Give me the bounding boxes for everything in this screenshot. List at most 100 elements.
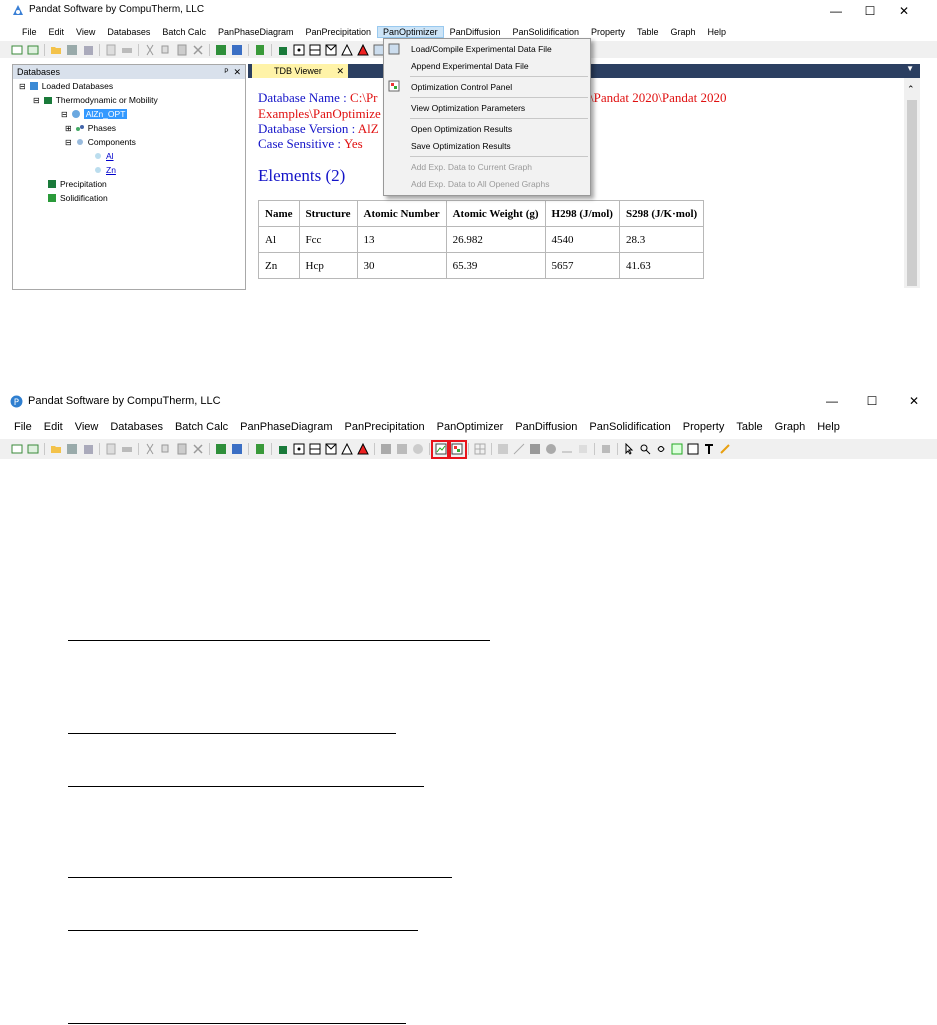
- download-icon[interactable]: [253, 43, 267, 56]
- tree-node-precipitation[interactable]: Precipitation: [47, 179, 107, 189]
- menu-panphasediagram[interactable]: PanPhaseDiagram: [234, 420, 338, 434]
- save-icon[interactable]: [65, 443, 79, 456]
- section-calc-icon[interactable]: [324, 43, 338, 56]
- open-folder-icon[interactable]: [49, 443, 63, 456]
- load-exp-data-icon[interactable]: [431, 439, 451, 459]
- menu-item-load-compile[interactable]: Load/Compile Experimental Data File: [411, 44, 552, 54]
- menu-databases[interactable]: Databases: [101, 26, 156, 38]
- paste-icon[interactable]: [175, 43, 189, 56]
- new-window-icon[interactable]: [26, 43, 40, 56]
- delete-icon[interactable]: [191, 443, 205, 456]
- menu-help[interactable]: Help: [811, 420, 846, 434]
- pencil-icon[interactable]: [718, 443, 732, 456]
- database-info-icon[interactable]: [230, 43, 244, 56]
- tab-tdb-viewer[interactable]: TDB Viewer ✕: [252, 64, 348, 78]
- print-icon[interactable]: [120, 43, 134, 56]
- diffusion-icon[interactable]: [496, 443, 510, 456]
- menu-graph[interactable]: Graph: [769, 420, 812, 434]
- copy-icon[interactable]: [159, 443, 173, 456]
- save-all-icon[interactable]: [81, 443, 95, 456]
- cut-icon[interactable]: [143, 443, 157, 456]
- point-calc-icon[interactable]: [292, 443, 306, 456]
- menu-panphasediagram[interactable]: PanPhaseDiagram: [212, 26, 300, 38]
- menu-item-view-params[interactable]: View Optimization Parameters: [411, 103, 525, 113]
- triangle-calc-icon[interactable]: [340, 443, 354, 456]
- menu-panprecipitation[interactable]: PanPrecipitation: [339, 420, 431, 434]
- menu-edit[interactable]: Edit: [38, 420, 69, 434]
- menu-item-append[interactable]: Append Experimental Data File: [411, 61, 529, 71]
- pan-hand-icon[interactable]: [654, 443, 668, 456]
- solid-icon[interactable]: [528, 443, 542, 456]
- tree-node-alzn-opt[interactable]: ⊟ AlZn_OPT: [61, 109, 128, 119]
- diffusion-plot-icon[interactable]: [512, 443, 526, 456]
- menu-view[interactable]: View: [70, 26, 101, 38]
- table-calc-icon[interactable]: [576, 443, 590, 456]
- menu-batch-calc[interactable]: Batch Calc: [156, 26, 212, 38]
- menu-panoptimizer[interactable]: PanOptimizer: [431, 420, 510, 434]
- new-icon[interactable]: [10, 443, 24, 456]
- close-button[interactable]: ✕: [894, 2, 914, 20]
- load-database-icon[interactable]: [214, 443, 228, 456]
- pin-icon[interactable]: ᴾ: [225, 67, 229, 77]
- red-triangle-icon[interactable]: [356, 43, 370, 56]
- delete-icon[interactable]: [191, 43, 205, 56]
- zoom-icon[interactable]: [638, 443, 652, 456]
- line-calc-icon[interactable]: [308, 443, 322, 456]
- tab-close-icon[interactable]: ✕: [336, 64, 344, 78]
- precip-calc-icon[interactable]: [379, 443, 393, 456]
- paste-icon[interactable]: [175, 443, 189, 456]
- minimize-button[interactable]: —: [822, 392, 842, 410]
- red-triangle-icon[interactable]: [356, 443, 370, 456]
- scroll-up-icon[interactable]: ⌃: [907, 84, 915, 95]
- menu-pansolidification[interactable]: PanSolidification: [506, 26, 585, 38]
- menu-help[interactable]: Help: [702, 26, 733, 38]
- label-l-icon[interactable]: [670, 443, 684, 456]
- section-calc-icon[interactable]: [324, 443, 338, 456]
- point-calc-icon[interactable]: [292, 43, 306, 56]
- minimize-button[interactable]: —: [826, 2, 846, 20]
- database-info-icon[interactable]: [230, 443, 244, 456]
- select-pointer-icon[interactable]: [622, 443, 636, 456]
- text-tool-icon[interactable]: [702, 443, 716, 456]
- copy-icon[interactable]: [159, 43, 173, 56]
- solid-plot-icon[interactable]: [544, 443, 558, 456]
- panel-pin-close[interactable]: ᴾ ✕: [225, 65, 241, 79]
- tree-node-zn[interactable]: Zn: [93, 165, 116, 175]
- download-icon[interactable]: [253, 443, 267, 456]
- thermo-calc-icon[interactable]: [276, 443, 290, 456]
- menu-table[interactable]: Table: [631, 26, 665, 38]
- precip-result-icon[interactable]: [411, 443, 425, 456]
- print-preview-icon[interactable]: [104, 43, 118, 56]
- cut-icon[interactable]: [143, 43, 157, 56]
- legend-icon[interactable]: [686, 443, 700, 456]
- menu-panprecipitation[interactable]: PanPrecipitation: [300, 26, 378, 38]
- menu-batch-calc[interactable]: Batch Calc: [169, 420, 234, 434]
- menu-item-save-results[interactable]: Save Optimization Results: [411, 141, 511, 151]
- grid-icon[interactable]: [473, 443, 487, 456]
- print-icon[interactable]: [120, 443, 134, 456]
- triangle-calc-icon[interactable]: [340, 43, 354, 56]
- menu-table[interactable]: Table: [730, 420, 768, 434]
- save-icon[interactable]: [65, 43, 79, 56]
- property-icon[interactable]: [560, 443, 574, 456]
- thermo-calc-icon[interactable]: [276, 43, 290, 56]
- tree-node-components[interactable]: ⊟ Components: [65, 137, 136, 147]
- precip-plot-icon[interactable]: [395, 443, 409, 456]
- menu-graph[interactable]: Graph: [665, 26, 702, 38]
- menu-panoptimizer[interactable]: PanOptimizer: [377, 26, 444, 38]
- tree-node-phases[interactable]: ⊞ Phases: [65, 123, 116, 133]
- menu-view[interactable]: View: [69, 420, 105, 434]
- menu-file[interactable]: File: [16, 26, 43, 38]
- menu-databases[interactable]: Databases: [104, 420, 169, 434]
- save-all-icon[interactable]: [81, 43, 95, 56]
- menu-property[interactable]: Property: [585, 26, 631, 38]
- menu-property[interactable]: Property: [677, 420, 731, 434]
- new-icon[interactable]: [10, 43, 24, 56]
- menu-item-control-panel[interactable]: Optimization Control Panel: [411, 82, 512, 92]
- optimization-control-panel-icon[interactable]: [447, 439, 467, 459]
- load-database-icon[interactable]: [214, 43, 228, 56]
- line-calc-icon[interactable]: [308, 43, 322, 56]
- tree-node-loaded-databases[interactable]: ⊟ Loaded Databases: [19, 81, 113, 91]
- print-preview-icon[interactable]: [104, 443, 118, 456]
- menu-pandiffusion[interactable]: PanDiffusion: [509, 420, 583, 434]
